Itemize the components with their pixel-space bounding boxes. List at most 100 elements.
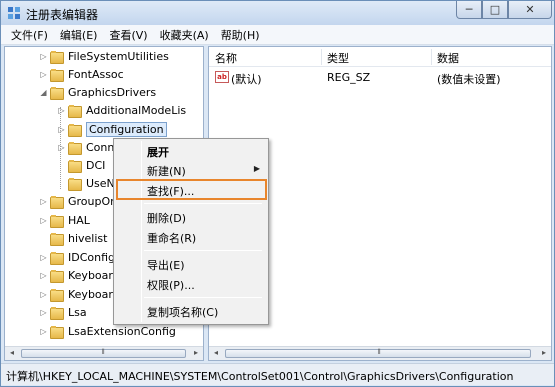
expand-arrow-icon[interactable]: ▷ <box>57 106 66 115</box>
expand-arrow-icon[interactable]: ▷ <box>39 253 48 262</box>
menu-item-delete[interactable]: 删除(D) <box>117 207 265 227</box>
minimize-icon: ─ <box>465 3 473 16</box>
tree-item-label: Configuration <box>86 121 167 137</box>
menu-item-permissions[interactable]: 权限(P)... <box>117 274 265 294</box>
column-header-data[interactable]: 数据 <box>437 50 459 66</box>
folder-icon <box>50 306 64 320</box>
menu-bar: 文件(F) 编辑(E) 查看(V) 收藏夹(A) 帮助(H) <box>1 25 554 45</box>
menu-view[interactable]: 查看(V) <box>103 27 153 43</box>
tree-item-additionalmodelis[interactable]: ▷ AdditionalModeLis <box>57 101 186 119</box>
folder-icon <box>50 195 64 209</box>
menu-separator <box>144 297 262 298</box>
menu-item-label: 导出(E) <box>147 259 185 272</box>
list-header: 名称 类型 数据 <box>209 47 551 67</box>
registry-editor-window: 注册表编辑器 ─ □ ✕ 文件(F) 编辑(E) 查看(V) 收藏夹(A) 帮助… <box>0 0 555 387</box>
window-controls: ─ □ ✕ <box>456 1 552 20</box>
folder-icon <box>50 325 64 339</box>
tree-item-keyboar-2[interactable]: ▷ Keyboar <box>39 285 113 303</box>
menu-help[interactable]: 帮助(H) <box>215 27 266 43</box>
tree-item-label: FileSystemUtilities <box>68 49 169 63</box>
title-bar[interactable]: 注册表编辑器 ─ □ ✕ <box>1 1 554 25</box>
expand-arrow-icon[interactable]: ▷ <box>39 216 48 225</box>
expand-arrow-icon[interactable]: ▷ <box>39 70 48 79</box>
column-divider[interactable] <box>321 49 322 65</box>
menu-item-label: 重命名(R) <box>147 232 197 245</box>
column-divider[interactable] <box>431 49 432 65</box>
tree-item-keyboar-1[interactable]: ▷ Keyboar <box>39 266 113 284</box>
menu-item-new[interactable]: 新建(N) ▶ <box>117 160 265 180</box>
menu-edit[interactable]: 编辑(E) <box>54 27 104 43</box>
menu-item-label: 复制项名称(C) <box>147 306 219 319</box>
maximize-button[interactable]: □ <box>482 1 508 19</box>
expand-arrow-icon[interactable]: ▷ <box>57 143 66 152</box>
folder-open-icon <box>50 86 64 100</box>
menu-favorites[interactable]: 收藏夹(A) <box>154 27 215 43</box>
menu-item-copy-key-name[interactable]: 复制项名称(C) <box>117 301 265 321</box>
value-row-default[interactable]: ab (默认) REG_SZ (数值未设置) <box>209 69 551 87</box>
status-path: 计算机\HKEY_LOCAL_MACHINE\SYSTEM\ControlSet… <box>6 370 514 383</box>
menu-item-expand[interactable]: 展开 <box>117 141 265 161</box>
tree-item-fontassoc[interactable]: ▷ FontAssoc <box>39 65 124 83</box>
tree-item-configuration[interactable]: ▷ Configuration <box>57 120 167 138</box>
menu-item-export[interactable]: 导出(E) <box>117 254 265 274</box>
folder-icon <box>50 269 64 283</box>
folder-icon <box>50 251 64 265</box>
value-data: (数值未设置) <box>437 73 501 86</box>
tree-item-lsa[interactable]: ▷ Lsa <box>39 303 87 321</box>
expand-arrow-icon[interactable]: ▷ <box>57 125 66 134</box>
menu-separator <box>144 250 262 251</box>
minimize-button[interactable]: ─ <box>456 1 482 19</box>
expand-arrow-icon[interactable]: ▷ <box>39 308 48 317</box>
menu-file[interactable]: 文件(F) <box>5 27 54 43</box>
tree-item-label: IDConfig <box>68 250 116 264</box>
folder-icon <box>50 288 64 302</box>
tree-item-label: GroupOr <box>68 194 115 208</box>
tree-item-graphicsdrivers[interactable]: ◢ GraphicsDrivers <box>39 83 156 101</box>
tree-item-usen[interactable]: UseN <box>57 174 115 192</box>
menu-item-label: 查找(F)... <box>147 185 195 198</box>
tree-item-label: DCI <box>86 158 106 172</box>
folder-icon <box>50 214 64 228</box>
expand-arrow-icon[interactable]: ▷ <box>39 271 48 280</box>
column-header-type[interactable]: 类型 <box>327 50 349 66</box>
values-horizontal-scrollbar[interactable]: ◂ ⦀ ▸ <box>209 346 551 360</box>
tree-item-label: GraphicsDrivers <box>68 85 157 99</box>
tree-item-label: Keyboar <box>68 287 113 301</box>
tree-item-filesystemutilities[interactable]: ▷ FileSystemUtilities <box>39 47 169 65</box>
tree-item-label: UseN <box>86 176 115 190</box>
scroll-grip-icon: ⦀ <box>377 348 381 356</box>
tree-item-hivelist[interactable]: hivelist <box>39 229 107 247</box>
tree-item-label: AdditionalModeLis <box>86 103 187 117</box>
expand-arrow-icon[interactable]: ▷ <box>39 52 48 61</box>
expand-arrow-icon[interactable]: ▷ <box>39 327 48 336</box>
tree-item-conn[interactable]: ▷ Conn <box>57 138 114 156</box>
expand-arrow-icon[interactable]: ▷ <box>39 290 48 299</box>
value-name: (默认) <box>231 73 262 86</box>
tree-item-label: LsaExtensionConfig <box>68 324 176 338</box>
value-type: REG_SZ <box>327 71 371 84</box>
menu-item-label: 权限(P)... <box>147 279 195 292</box>
menu-item-rename[interactable]: 重命名(R) <box>117 227 265 247</box>
status-bar: 计算机\HKEY_LOCAL_MACHINE\SYSTEM\ControlSet… <box>1 363 554 385</box>
menu-item-find[interactable]: 查找(F)... <box>116 179 267 200</box>
tree-item-label: Conn <box>86 140 115 154</box>
tree-item-label: hivelist <box>68 231 108 245</box>
collapse-arrow-icon[interactable]: ◢ <box>39 88 48 97</box>
scroll-right-icon[interactable]: ▸ <box>538 348 550 357</box>
menu-separator <box>144 203 262 204</box>
folder-icon <box>68 159 82 173</box>
scroll-left-icon[interactable]: ◂ <box>6 348 18 357</box>
scroll-left-icon[interactable]: ◂ <box>210 348 222 357</box>
tree-horizontal-scrollbar[interactable]: ◂ ⦀ ▸ <box>5 346 203 360</box>
tree-item-dci[interactable]: DCI <box>57 156 105 174</box>
expand-arrow-icon[interactable]: ▷ <box>39 197 48 206</box>
regedit-icon <box>8 7 20 19</box>
column-header-name[interactable]: 名称 <box>215 50 237 66</box>
scroll-right-icon[interactable]: ▸ <box>190 348 202 357</box>
tree-item-groupor[interactable]: ▷ GroupOr <box>39 192 115 210</box>
maximize-icon: □ <box>489 3 501 16</box>
tree-item-hal[interactable]: ▷ HAL <box>39 211 90 229</box>
close-button[interactable]: ✕ <box>508 1 552 19</box>
tree-item-idconfig[interactable]: ▷ IDConfig <box>39 248 115 266</box>
folder-icon <box>68 104 82 118</box>
